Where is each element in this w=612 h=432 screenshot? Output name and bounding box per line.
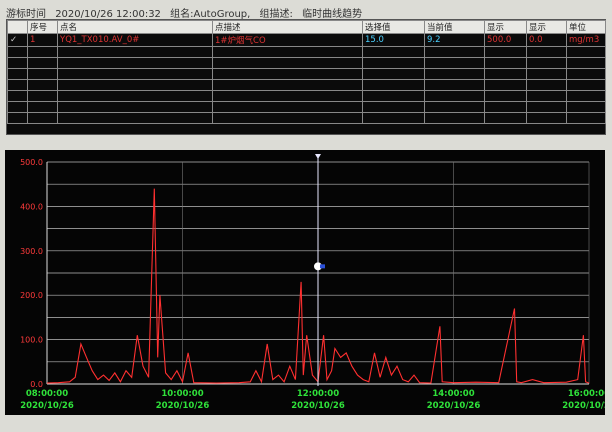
- x-tick-time: 12:00:00: [297, 389, 339, 399]
- table-row[interactable]: [7, 57, 606, 69]
- table-row[interactable]: [7, 90, 606, 102]
- y-tick-label: 300.0: [20, 247, 43, 256]
- x-tick-time: 14:00:00: [432, 389, 474, 399]
- col-index: 序号: [27, 20, 58, 34]
- x-tick-time: 10:00:00: [161, 389, 203, 399]
- table-row[interactable]: ✓ 1 YQ1_TX010.AV_0# 1#炉烟气CO 15.0 9.2 500…: [7, 33, 606, 47]
- col-selected-value: 选择值: [362, 20, 425, 34]
- table-row[interactable]: [7, 101, 606, 113]
- x-tick-date: 2020/10/26: [156, 401, 210, 411]
- y-tick-label: 200.0: [20, 291, 43, 300]
- trend-header: 游标时间 2020/10/26 12:00:32 组名:AutoGroup, 组…: [6, 5, 368, 20]
- col-point-name: 点名: [57, 20, 213, 34]
- row-point-name: YQ1_TX010.AV_0#: [57, 33, 213, 47]
- col-point-desc: 点描述: [212, 20, 363, 34]
- row-display-max: 500.0: [484, 33, 527, 47]
- table-row[interactable]: [7, 79, 606, 91]
- col-select: [7, 20, 28, 34]
- trend-chart[interactable]: 0.0 100.0 200.0 300.0 400.0 500.0 08:00:00 2020…: [5, 150, 612, 415]
- col-unit: 单位: [566, 20, 606, 34]
- x-tick-date: 2020/10/26: [291, 401, 345, 411]
- y-tick-label: 400.0: [20, 202, 43, 211]
- row-display-min: 0.0: [526, 33, 567, 47]
- row-selected-value: 15.0: [362, 33, 425, 47]
- x-tick-date: 2020/10/26: [427, 401, 481, 411]
- y-tick-label: 0.0: [30, 380, 43, 389]
- row-point-desc: 1#炉烟气CO: [212, 33, 363, 47]
- table-row[interactable]: [7, 68, 606, 80]
- table-header-row: 序号 点名 点描述 选择值 当前值 显示 显示 单位: [7, 20, 606, 34]
- cursor-handle-top: [315, 154, 321, 159]
- x-tick-date: 2020/10/26: [562, 401, 605, 411]
- point-table: 序号 点名 点描述 选择值 当前值 显示 显示 单位 ✓ 1 YQ1_TX010…: [6, 19, 606, 135]
- row-index: 1: [27, 33, 58, 47]
- col-current-value: 当前值: [424, 20, 485, 34]
- row-checkbox[interactable]: ✓: [7, 33, 28, 47]
- row-current-value: 9.2: [424, 33, 485, 47]
- table-row[interactable]: [7, 46, 606, 58]
- trend-chart-svg[interactable]: 0.0 100.0 200.0 300.0 400.0 500.0 08:00:00 2020…: [5, 150, 612, 415]
- y-tick-label: 100.0: [20, 336, 43, 345]
- col-display-max: 显示: [484, 20, 527, 34]
- col-display-min: 显示: [526, 20, 567, 34]
- row-unit: mg/m3: [566, 33, 606, 47]
- table-row[interactable]: [7, 112, 606, 124]
- x-tick-date: 2020/10/26: [20, 401, 74, 411]
- cursor-marker-tag: [320, 264, 325, 269]
- y-tick-label: 500.0: [20, 158, 43, 167]
- x-tick-time: 08:00:00: [26, 389, 68, 399]
- x-tick-time: 16:00:00: [568, 389, 605, 399]
